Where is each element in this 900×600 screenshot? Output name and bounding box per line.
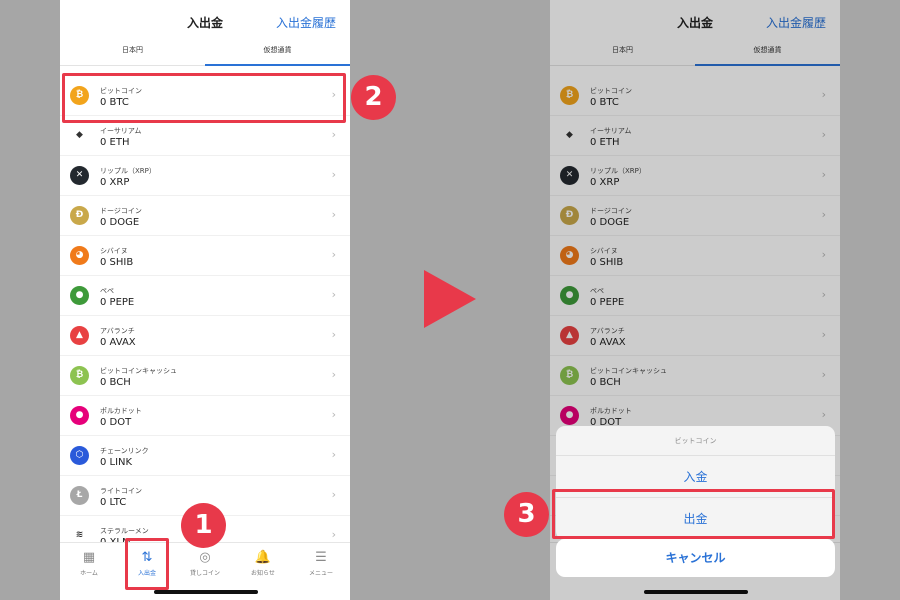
coin-row[interactable]: ◕ シバイヌ 0 SHIB › xyxy=(60,236,350,276)
chevron-right-icon: › xyxy=(331,488,336,501)
coin-balance: 0 ETH xyxy=(100,137,130,148)
coin-balance: 0 PEPE xyxy=(100,297,135,308)
coin-balance: 0 LINK xyxy=(100,457,133,468)
lending-icon: ◎ xyxy=(199,550,211,565)
coin-row[interactable]: ● ポルカドット 0 DOT › xyxy=(60,396,350,436)
home-icon: ▦ xyxy=(82,550,96,565)
home-indicator xyxy=(154,590,258,594)
coin-name: ビットコインキャッシュ xyxy=(100,367,177,375)
nav-item-menu[interactable]: ☰ メニュー xyxy=(292,547,350,587)
coin-list: ₿ ビットコイン 0 BTC › ◆ イーサリアム 0 ETH › ✕ リップル（XRP） 0 XR… xyxy=(60,76,350,556)
coin-name: イーサリアム xyxy=(100,127,142,135)
chevron-right-icon: › xyxy=(331,368,336,381)
xrp-icon: ✕ xyxy=(70,166,89,185)
nav-label: メニュー xyxy=(308,570,333,577)
nav-label: ホーム xyxy=(80,570,98,577)
ltc-icon: Ł xyxy=(70,486,89,505)
tab-crypto[interactable]: 仮想通貨 xyxy=(205,38,350,66)
nav-label: お知らせ xyxy=(251,570,275,577)
step-1-badge: 1 xyxy=(181,503,226,548)
highlight-withdraw-button xyxy=(552,489,835,539)
chevron-right-icon: › xyxy=(331,448,336,461)
coin-name: シバイヌ xyxy=(100,247,128,255)
coin-name: ペペ xyxy=(100,287,114,295)
coin-row[interactable]: ✕ リップル（XRP） 0 XRP › xyxy=(60,156,350,196)
history-link[interactable]: 入出金履歴 xyxy=(276,14,336,31)
coin-balance: 0 BCH xyxy=(100,377,131,388)
highlight-bitcoin-row xyxy=(62,73,346,123)
coin-row[interactable]: ₿ ビットコインキャッシュ 0 BCH › xyxy=(60,356,350,396)
action-sheet-title: ビットコイン xyxy=(556,426,835,456)
nav-item-home[interactable]: ▦ ホーム xyxy=(60,547,118,587)
nav-item-bell[interactable]: 🔔 お知らせ xyxy=(234,547,292,587)
coin-name: アバランチ xyxy=(100,327,135,335)
next-arrow-icon xyxy=(424,270,476,328)
pepe-icon: ● xyxy=(70,286,89,305)
chevron-right-icon: › xyxy=(331,528,336,541)
chevron-right-icon: › xyxy=(331,408,336,421)
coin-balance: 0 DOGE xyxy=(100,217,140,228)
coin-name: リップル（XRP） xyxy=(100,167,156,175)
shib-icon: ◕ xyxy=(70,246,89,265)
nav-label: 貸しコイン xyxy=(189,570,220,577)
coin-name: ステラルーメン xyxy=(100,527,149,535)
bottom-nav: ▦ホーム⇅入出金◎貸しコイン🔔お知らせ☰メニュー xyxy=(60,542,350,600)
dot-icon: ● xyxy=(70,406,89,425)
coin-row[interactable]: ▲ アバランチ 0 AVAX › xyxy=(60,316,350,356)
chevron-right-icon: › xyxy=(331,208,336,221)
tab-bar: 日本円 仮想通貨 xyxy=(60,38,350,66)
chevron-right-icon: › xyxy=(331,328,336,341)
coin-row[interactable]: ⬡ チェーンリンク 0 LINK › xyxy=(60,436,350,476)
highlight-transfer-tab xyxy=(125,538,169,590)
ethereum-icon: ◆ xyxy=(70,126,89,145)
coin-row[interactable]: Ð ドージコイン 0 DOGE › xyxy=(60,196,350,236)
step-2-badge: 2 xyxy=(351,75,396,120)
coin-name: ポルカドット xyxy=(100,407,142,415)
coin-row[interactable]: ● ペペ 0 PEPE › xyxy=(60,276,350,316)
coin-balance: 0 DOT xyxy=(100,417,132,428)
nav-item-lending[interactable]: ◎ 貸しコイン xyxy=(176,547,234,587)
doge-icon: Ð xyxy=(70,206,89,225)
bell-icon: 🔔 xyxy=(254,550,272,565)
chevron-right-icon: › xyxy=(331,128,336,141)
step-3-badge: 3 xyxy=(504,492,549,537)
coin-balance: 0 AVAX xyxy=(100,337,136,348)
coin-name: ドージコイン xyxy=(100,207,142,215)
coin-name: ライトコイン xyxy=(100,487,142,495)
chevron-right-icon: › xyxy=(331,168,336,181)
coin-balance: 0 LTC xyxy=(100,497,127,508)
bch-icon: ₿ xyxy=(70,366,89,385)
chevron-right-icon: › xyxy=(331,248,336,261)
avax-icon: ▲ xyxy=(70,326,89,345)
coin-name: チェーンリンク xyxy=(100,447,149,455)
coin-balance: 0 XRP xyxy=(100,177,130,188)
coin-balance: 0 SHIB xyxy=(100,257,134,268)
tab-jpy[interactable]: 日本円 xyxy=(60,38,205,66)
cancel-button[interactable]: キャンセル xyxy=(556,539,835,577)
link-icon: ⬡ xyxy=(70,446,89,465)
menu-icon: ☰ xyxy=(315,550,327,565)
chevron-right-icon: › xyxy=(331,288,336,301)
